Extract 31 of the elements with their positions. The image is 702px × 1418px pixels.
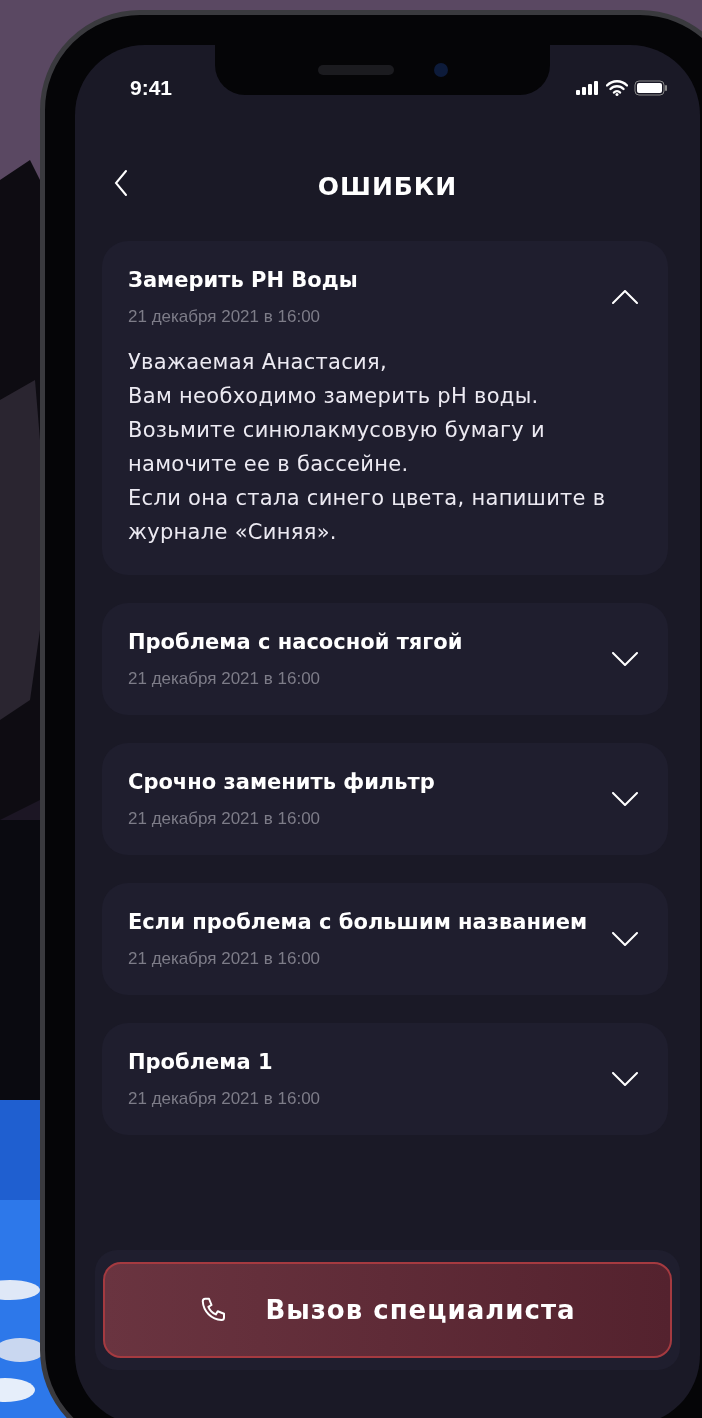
error-card[interactable]: Если проблема с большим названием 21 декабря 2021 в 16:00 bbox=[102, 883, 668, 995]
error-card[interactable]: Срочно заменить фильтр 21 декабря 2021 в 16:00 bbox=[102, 743, 668, 855]
screen-title: ОШИБКИ bbox=[317, 171, 458, 201]
call-specialist-button[interactable]: Вызов специалиста bbox=[103, 1262, 672, 1358]
error-date: 21 декабря 2021 в 16:00 bbox=[128, 809, 322, 829]
error-date: 21 декабря 2021 в 16:00 bbox=[128, 307, 322, 327]
error-title: Если проблема с большим названием bbox=[128, 909, 588, 935]
error-card[interactable]: Проблема с насосной тягой 21 декабря 2021 в 16:00 bbox=[102, 603, 668, 715]
status-time: 9:41 bbox=[130, 76, 173, 100]
chevron-down-icon[interactable] bbox=[612, 1072, 638, 1086]
error-card[interactable] bbox=[102, 241, 668, 575]
error-title: Проблема 1 bbox=[128, 1049, 274, 1075]
error-date: 21 декабря 2021 в 16:00 bbox=[128, 949, 322, 969]
wifi-icon bbox=[606, 80, 628, 96]
error-message: Вам необходимо замерить pH воды. bbox=[128, 383, 540, 410]
battery-icon bbox=[634, 80, 668, 96]
error-message: Если она стала синего цвета, напишите в журнале «Синяя». bbox=[128, 485, 607, 546]
back-icon[interactable] bbox=[114, 169, 128, 197]
error-title: Проблема с насосной тягой bbox=[128, 629, 463, 655]
error-date: 21 декабря 2021 в 16:00 bbox=[128, 669, 322, 689]
chevron-down-icon[interactable] bbox=[612, 932, 638, 946]
error-title: Срочно заменить фильтр bbox=[128, 769, 435, 795]
chevron-down-icon[interactable] bbox=[612, 792, 638, 806]
error-card[interactable]: Проблема 1 21 декабря 2021 в 16:00 bbox=[102, 1023, 668, 1135]
chevron-up-icon[interactable] bbox=[612, 290, 638, 304]
chevron-down-icon[interactable] bbox=[612, 652, 638, 666]
signal-icon bbox=[576, 81, 600, 95]
error-date: 21 декабря 2021 в 16:00 bbox=[128, 1089, 321, 1109]
error-title: Замерить PH Воды bbox=[128, 267, 358, 293]
error-message: Уважаемая Анастасия, bbox=[128, 349, 388, 376]
error-message: Возьмите синюлакмусовую бумагу и намочите ее в бассейне. bbox=[128, 417, 546, 478]
